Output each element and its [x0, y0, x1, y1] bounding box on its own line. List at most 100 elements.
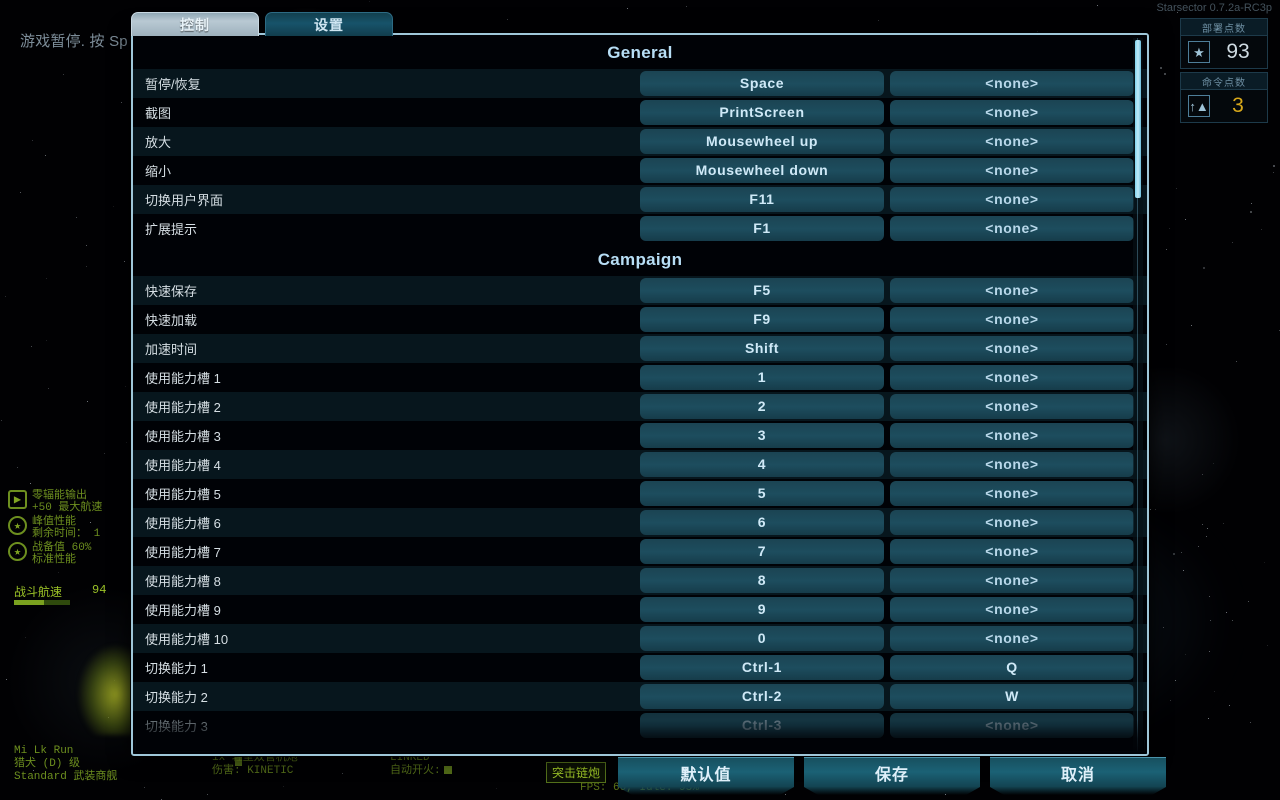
- keybind-secondary-button[interactable]: <none>: [890, 216, 1134, 241]
- save-button-label: 保存: [874, 766, 909, 784]
- player-ship-sprite: [78, 645, 136, 735]
- table-row: 缩小 Mousewheel down <none>: [133, 156, 1147, 185]
- keybind-secondary-button[interactable]: <none>: [890, 481, 1134, 506]
- table-row: 使用能力槽 8 8 <none>: [133, 566, 1147, 595]
- ship-variant: Standard 武装商舰: [14, 771, 118, 783]
- keybind-primary-button[interactable]: F5: [640, 278, 884, 303]
- keybind-primary-button[interactable]: 7: [640, 539, 884, 564]
- command-badge-icon: ↑▲: [1188, 95, 1210, 117]
- scrollbar-thumb[interactable]: [1135, 40, 1141, 198]
- keybind-secondary-button[interactable]: <none>: [890, 278, 1134, 303]
- section-header: Campaign: [133, 243, 1147, 276]
- keybind-primary-button[interactable]: Mousewheel down: [640, 158, 884, 183]
- table-row: 使用能力槽 7 7 <none>: [133, 537, 1147, 566]
- keybind-secondary-button[interactable]: <none>: [890, 394, 1134, 419]
- scrollbar[interactable]: [1133, 38, 1143, 751]
- star-icon: ★: [8, 516, 27, 535]
- keybind-secondary-button[interactable]: <none>: [890, 71, 1134, 96]
- keybind-secondary-button[interactable]: <none>: [890, 597, 1134, 622]
- keybind-secondary-button[interactable]: <none>: [890, 423, 1134, 448]
- status-text: 零辐能输出 +50 最大航速: [32, 490, 102, 514]
- keybind-secondary-button[interactable]: <none>: [890, 158, 1134, 183]
- keybind-action-label: 快速保存: [145, 284, 198, 299]
- keybind-action-label: 切换能力 1: [145, 661, 208, 676]
- keybind-primary-button[interactable]: F9: [640, 307, 884, 332]
- status-line-2: 剩余时间： 1: [32, 527, 101, 540]
- status-text: 战备值 60% 标准性能: [32, 542, 91, 566]
- keybind-action-label: 加速时间: [145, 342, 198, 357]
- keybind-primary-button[interactable]: 6: [640, 510, 884, 535]
- controls-panel: General 暂停/恢复 Space <none> 截图 PrintScreen <non…: [131, 33, 1149, 756]
- cancel-button-label: 取消: [1060, 766, 1095, 784]
- table-row: 切换用户界面 F11 <none>: [133, 185, 1147, 214]
- keybind-action-label: 截图: [145, 106, 172, 121]
- version-label: Starsector 0.7.2a-RC3p: [1156, 2, 1272, 14]
- keybind-secondary-button[interactable]: <none>: [890, 307, 1134, 332]
- keybind-action-label: 快速加载: [145, 313, 198, 328]
- keybind-primary-button[interactable]: Shift: [640, 336, 884, 361]
- keybind-primary-button[interactable]: F1: [640, 216, 884, 241]
- status-row: ★ 峰值性能 剩余时间： 1: [8, 516, 140, 540]
- ship-name: Mi Lk Run: [14, 745, 74, 757]
- table-row: 使用能力槽 3 3 <none>: [133, 421, 1147, 450]
- keybind-primary-button[interactable]: Ctrl-1: [640, 655, 884, 680]
- keybind-secondary-button[interactable]: <none>: [890, 187, 1134, 212]
- keybind-primary-button[interactable]: 8: [640, 568, 884, 593]
- keybind-secondary-button[interactable]: Q: [890, 655, 1134, 680]
- keybind-action-label: 缩小: [145, 164, 172, 179]
- defaults-button-label: 默认值: [680, 766, 732, 784]
- combat-speed-label: 战斗航速: [14, 586, 63, 600]
- keybind-secondary-button[interactable]: W: [890, 684, 1134, 709]
- tab-settings-label: 设置: [314, 16, 344, 33]
- command-points-caption: 命令点数: [1180, 72, 1268, 89]
- keybind-primary-button[interactable]: 9: [640, 597, 884, 622]
- weapon-damage: 伤害: KINETIC: [212, 765, 294, 777]
- star-badge-icon: ★: [1188, 41, 1210, 63]
- tab-controls-label: 控制: [180, 16, 210, 33]
- table-row: 使用能力槽 4 4 <none>: [133, 450, 1147, 479]
- section-header: General: [133, 35, 1147, 69]
- keybind-primary-button[interactable]: 3: [640, 423, 884, 448]
- command-points-value: 3: [1232, 94, 1244, 117]
- tab-controls[interactable]: 控制: [131, 12, 259, 36]
- keybind-primary-button[interactable]: Ctrl-3: [640, 713, 884, 738]
- speed-bar: [14, 600, 70, 605]
- deployment-points-value: 93: [1226, 40, 1250, 63]
- combat-speed-value: 94: [92, 583, 107, 597]
- keybind-primary-button[interactable]: Ctrl-2: [640, 684, 884, 709]
- keybind-secondary-button[interactable]: <none>: [890, 713, 1134, 738]
- tab-settings[interactable]: 设置: [265, 12, 393, 36]
- keybind-secondary-button[interactable]: <none>: [890, 510, 1134, 535]
- ship-hull: 猎犬 (D) 级: [14, 758, 81, 770]
- cancel-button[interactable]: 取消: [990, 757, 1166, 787]
- keybind-primary-button[interactable]: 1: [640, 365, 884, 390]
- keybind-primary-button[interactable]: 4: [640, 452, 884, 477]
- save-button[interactable]: 保存: [804, 757, 980, 787]
- keybind-secondary-button[interactable]: <none>: [890, 539, 1134, 564]
- keybind-secondary-button[interactable]: <none>: [890, 336, 1134, 361]
- keybind-primary-button[interactable]: 5: [640, 481, 884, 506]
- keybind-primary-button[interactable]: 2: [640, 394, 884, 419]
- keybind-primary-button[interactable]: 0: [640, 626, 884, 651]
- keybind-action-label: 使用能力槽 5: [145, 487, 221, 502]
- table-row: 切换能力 3 Ctrl-3 <none>: [133, 711, 1147, 740]
- keybind-action-label: 使用能力槽 4: [145, 458, 221, 473]
- defaults-button[interactable]: 默认值: [618, 757, 794, 787]
- keybind-secondary-button[interactable]: <none>: [890, 452, 1134, 477]
- table-row: 加速时间 Shift <none>: [133, 334, 1147, 363]
- tab-bar: 控制 设置: [131, 12, 393, 36]
- table-row: 截图 PrintScreen <none>: [133, 98, 1147, 127]
- keybind-list: General 暂停/恢复 Space <none> 截图 PrintScreen <non…: [133, 35, 1147, 754]
- keybind-secondary-button[interactable]: <none>: [890, 100, 1134, 125]
- keybind-secondary-button[interactable]: <none>: [890, 568, 1134, 593]
- table-row: 使用能力槽 1 1 <none>: [133, 363, 1147, 392]
- autofire-checkbox[interactable]: [443, 766, 452, 775]
- keybind-primary-button[interactable]: Space: [640, 71, 884, 96]
- keybind-primary-button[interactable]: PrintScreen: [640, 100, 884, 125]
- keybind-secondary-button[interactable]: <none>: [890, 365, 1134, 390]
- keybind-secondary-button[interactable]: <none>: [890, 129, 1134, 154]
- keybind-primary-button[interactable]: Mousewheel up: [640, 129, 884, 154]
- keybind-secondary-button[interactable]: <none>: [890, 626, 1134, 651]
- keybind-action-label: 使用能力槽 8: [145, 574, 221, 589]
- keybind-primary-button[interactable]: F11: [640, 187, 884, 212]
